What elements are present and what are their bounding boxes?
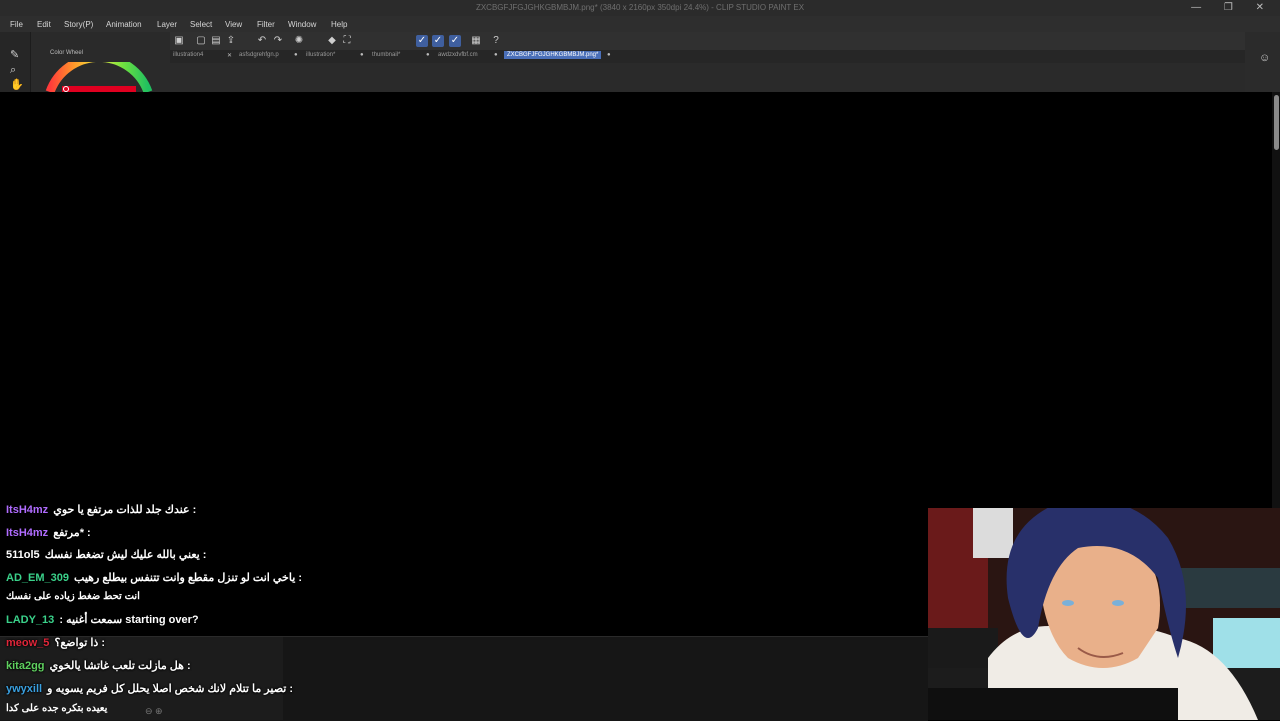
calendar-icon[interactable]: ▦ bbox=[470, 35, 482, 47]
title-bar: ZXCBGFJFGJGHKGBMBJM.png* (3840 x 2160px … bbox=[0, 0, 1280, 16]
pen-icon[interactable]: ✓ bbox=[432, 35, 444, 47]
menu-story[interactable]: Story(P) bbox=[64, 20, 93, 29]
chat-message-continued: انت تحط ضغط زياده على نفسك bbox=[6, 591, 140, 602]
tool-property-bar bbox=[170, 63, 1245, 92]
chat-text: ذا تواضع؟ : bbox=[54, 637, 106, 649]
chat-message: LADY_13 : سمعت أغنيه starting over? bbox=[6, 613, 199, 626]
pen-icon[interactable]: ✓ bbox=[416, 35, 428, 47]
tab-modified-icon[interactable]: ● bbox=[294, 52, 298, 58]
chat-text: يعني بالله عليك ليش تضغط نفسك : bbox=[44, 549, 207, 561]
tab-illustration[interactable]: illustration* bbox=[306, 52, 335, 58]
menu-window[interactable]: Window bbox=[288, 20, 316, 29]
settings-icon[interactable]: ✺ bbox=[293, 35, 305, 47]
brush-icon[interactable]: ✎ bbox=[10, 48, 19, 61]
undo-icon[interactable]: ↶ bbox=[256, 35, 268, 47]
menu-help[interactable]: Help bbox=[331, 20, 347, 29]
layer-icon[interactable]: ▣ bbox=[173, 35, 185, 47]
tab-modified-icon[interactable]: ● bbox=[360, 52, 364, 58]
vtuber-avatar-overlay bbox=[928, 508, 1280, 720]
chat-username: 511ol5 bbox=[6, 549, 40, 561]
chat-username: ItsH4mz bbox=[6, 504, 49, 516]
chat-text: هل مازلت تلعب غاتشا يالخوي : bbox=[49, 660, 191, 672]
tab-active-document[interactable]: ZXCBGFJFGJGHKGBMBJM.png* bbox=[504, 51, 602, 59]
tab-illustration4[interactable]: illustration4 bbox=[173, 52, 203, 58]
tab-asfsdgrehfgn[interactable]: asfsdgrehfgn.p bbox=[239, 52, 279, 58]
pen-icon[interactable]: ✓ bbox=[449, 35, 461, 47]
menu-animation[interactable]: Animation bbox=[106, 20, 142, 29]
tab-thumbnail[interactable]: thumbnail* bbox=[372, 52, 400, 58]
window-controls: — ❐ ✕ bbox=[1191, 2, 1274, 13]
tool-column: ✎ ⌕ ✋ bbox=[0, 32, 31, 92]
chat-text: عندك جلد للذات مرتفع يا حوي : bbox=[53, 504, 197, 516]
chat-username: ywyxill bbox=[6, 683, 43, 695]
transform-icon[interactable]: ⛶ bbox=[341, 35, 353, 47]
chat-username: ItsH4mz bbox=[6, 527, 49, 539]
menu-view[interactable]: View bbox=[225, 20, 242, 29]
hand-icon[interactable]: ✋ bbox=[10, 78, 24, 91]
chat-message: ywyxill تصير ما تتلام لانك شخص اصلا يحلل… bbox=[6, 682, 293, 695]
chat-text: مرتفع* : bbox=[53, 527, 91, 539]
chat-username: LADY_13 bbox=[6, 614, 55, 626]
menu-edit[interactable]: Edit bbox=[37, 20, 51, 29]
new-icon[interactable]: ▢ bbox=[195, 35, 207, 47]
chat-message: AD_EM_309 ياخي انت لو تنزل مقطع وانت تتن… bbox=[6, 571, 302, 584]
chat-text: ياخي انت لو تنزل مقطع وانت تتنفس بيطلع ر… bbox=[74, 572, 302, 584]
user-icon[interactable]: ☺ bbox=[1259, 52, 1270, 64]
right-panel: ☺ bbox=[1245, 32, 1280, 92]
maximize-icon[interactable]: ❐ bbox=[1224, 2, 1243, 13]
close-icon[interactable]: ✕ bbox=[1256, 2, 1274, 13]
document-tabs: illustration4 ✕ asfsdgrehfgn.p ● illustr… bbox=[170, 50, 1245, 63]
chat-text: تصير ما تتلام لانك شخص اصلا يحلل كل فريم… bbox=[47, 683, 294, 695]
menu-bar: File Edit Story(P) Animation Layer Selec… bbox=[0, 16, 1280, 32]
zoom-controls[interactable]: ⊖ ⊕ bbox=[145, 706, 163, 717]
color-wheel[interactable] bbox=[44, 62, 154, 92]
chat-message: ItsH4mz عندك جلد للذات مرتفع يا حوي : bbox=[6, 503, 196, 516]
chat-message: ItsH4mz مرتفع* : bbox=[6, 526, 91, 539]
minimize-icon[interactable]: — bbox=[1191, 2, 1211, 13]
menu-filter[interactable]: Filter bbox=[257, 20, 275, 29]
tab-modified-icon[interactable]: ● bbox=[494, 52, 498, 58]
chat-username: AD_EM_309 bbox=[6, 572, 69, 584]
menu-file[interactable]: File bbox=[10, 20, 23, 29]
menu-layer[interactable]: Layer bbox=[157, 20, 177, 29]
save-icon[interactable]: ▤ bbox=[210, 35, 222, 47]
fill-icon[interactable]: ◆ bbox=[326, 35, 338, 47]
zoom-icon[interactable]: ⌕ bbox=[10, 64, 16, 77]
tab-modified-icon[interactable]: ● bbox=[426, 52, 430, 58]
chat-message: kita2gg هل مازلت تلعب غاتشا يالخوي : bbox=[6, 659, 191, 672]
chat-message: 511ol5 يعني بالله عليك ليش تضغط نفسك : bbox=[6, 548, 206, 561]
chat-message: meow_5 ذا تواضع؟ : bbox=[6, 636, 105, 649]
redo-icon[interactable]: ↷ bbox=[272, 35, 284, 47]
tab-awdzxdvfbf[interactable]: awdzxdvfbf.cm bbox=[438, 52, 478, 58]
window-title: ZXCBGFJFGJGHKGBMBJM.png* (3840 x 2160px … bbox=[475, 3, 805, 12]
chat-message-continued: يعيده بتكره جده على كدا bbox=[6, 703, 108, 714]
color-wheel-title: Color Wheel bbox=[50, 50, 84, 56]
tab-modified-icon[interactable]: ● bbox=[607, 52, 611, 58]
menu-select[interactable]: Select bbox=[190, 20, 212, 29]
chat-username: meow_5 bbox=[6, 637, 50, 649]
command-bar: ▣ ▢ ▤ ⇪ ↶ ↷ ✺ ◆ ⛶ ✓ ✓ ✓ ▦ ? bbox=[170, 32, 1245, 50]
chat-username: kita2gg bbox=[6, 660, 45, 672]
export-icon[interactable]: ⇪ bbox=[225, 35, 237, 47]
scrollbar-thumb[interactable] bbox=[1274, 95, 1279, 150]
chat-text: : سمعت أغنيه starting over? bbox=[59, 614, 199, 626]
tab-close-icon[interactable]: ✕ bbox=[227, 52, 232, 59]
help-icon[interactable]: ? bbox=[490, 35, 502, 47]
